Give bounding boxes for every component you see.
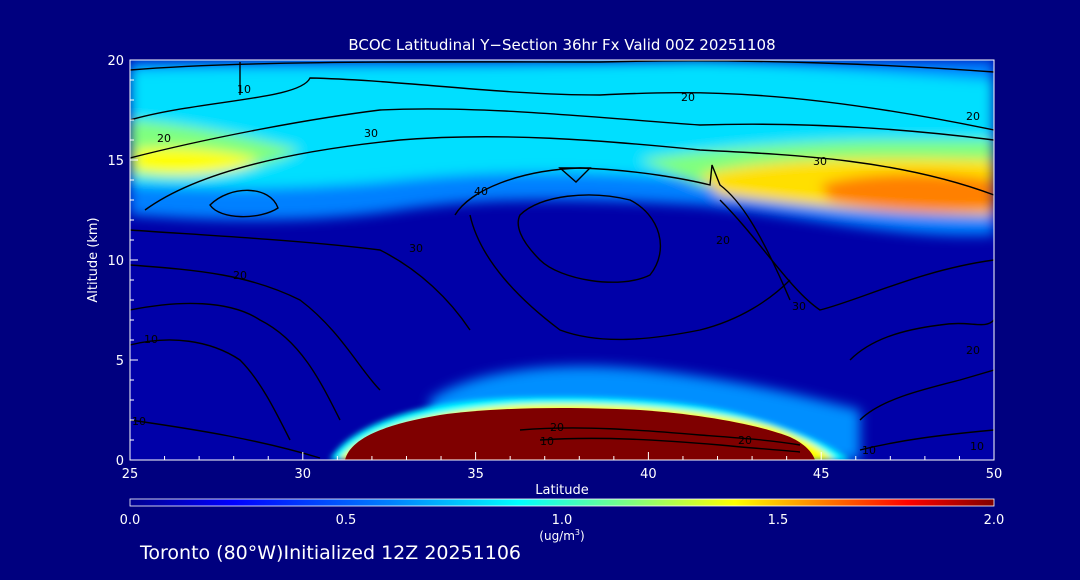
contour-label: 10 xyxy=(144,333,158,346)
contour-label: 30 xyxy=(409,242,423,255)
contour-label: 20 xyxy=(233,269,247,282)
contour-label: 30 xyxy=(792,300,806,313)
contour-label: 20 xyxy=(716,234,730,247)
contour-label: 20 xyxy=(966,344,980,357)
x-tick-label: 45 xyxy=(813,467,830,482)
colorbar-label-text: (ug/m xyxy=(539,529,575,543)
y-tick-label: 5 xyxy=(116,354,124,369)
contour-label: 10 xyxy=(540,435,554,448)
colorbar-tick-label: 2.0 xyxy=(984,513,1005,528)
contour-label: 20 xyxy=(681,91,695,104)
contour-label: 20 xyxy=(966,110,980,123)
footer-init-text: Toronto (80°W)Initialized 12Z 20251106 xyxy=(140,542,522,564)
y-tick-label: 10 xyxy=(107,254,124,269)
chart-title: BCOC Latitudinal Y−Section 36hr Fx Valid… xyxy=(348,36,775,54)
colorbar-gradient xyxy=(129,498,995,507)
colorbar-label-close: ) xyxy=(580,529,585,543)
contour-label: 20 xyxy=(738,434,752,447)
colorbar-ticks: 0.0 0.5 1.0 1.5 2.0 xyxy=(120,513,1005,528)
contour-label: 20 xyxy=(550,421,564,434)
contour-label: 10 xyxy=(862,444,876,457)
x-axis-label: Latitude xyxy=(535,483,589,498)
x-tick-label: 40 xyxy=(640,467,657,482)
x-tick-label: 50 xyxy=(986,467,1003,482)
y-tick-label: 20 xyxy=(107,54,124,69)
contour-label: 30 xyxy=(813,155,827,168)
concentration-field xyxy=(130,60,994,460)
colorbar: 0.0 0.5 1.0 1.5 2.0 (ug/m3) xyxy=(120,498,1005,543)
y-tick-label: 0 xyxy=(116,454,124,469)
y-tick-label: 15 xyxy=(107,154,124,169)
contour-label: 20 xyxy=(157,132,171,145)
colorbar-label: (ug/m3) xyxy=(539,528,584,543)
contour-label: 30 xyxy=(364,127,378,140)
x-tick-label: 35 xyxy=(467,467,484,482)
contour-label: 40 xyxy=(474,185,488,198)
bcoc-cross-section-chart: BCOC Latitudinal Y−Section 36hr Fx Valid… xyxy=(86,36,1005,543)
colorbar-tick-label: 0.5 xyxy=(336,513,357,528)
colorbar-tick-label: 1.0 xyxy=(552,513,573,528)
colorbar-tick-label: 0.0 xyxy=(120,513,141,528)
contour-label: 10 xyxy=(970,440,984,453)
contour-label: 10 xyxy=(132,415,146,428)
x-tick-label: 30 xyxy=(295,467,312,482)
x-tick-label: 25 xyxy=(122,467,139,482)
y-axis-label: Altitude (km) xyxy=(86,217,101,302)
contour-label: 10 xyxy=(237,83,251,96)
chart-stage: BCOC Latitudinal Y−Section 36hr Fx Valid… xyxy=(0,0,1080,576)
colorbar-tick-label: 1.5 xyxy=(768,513,789,528)
